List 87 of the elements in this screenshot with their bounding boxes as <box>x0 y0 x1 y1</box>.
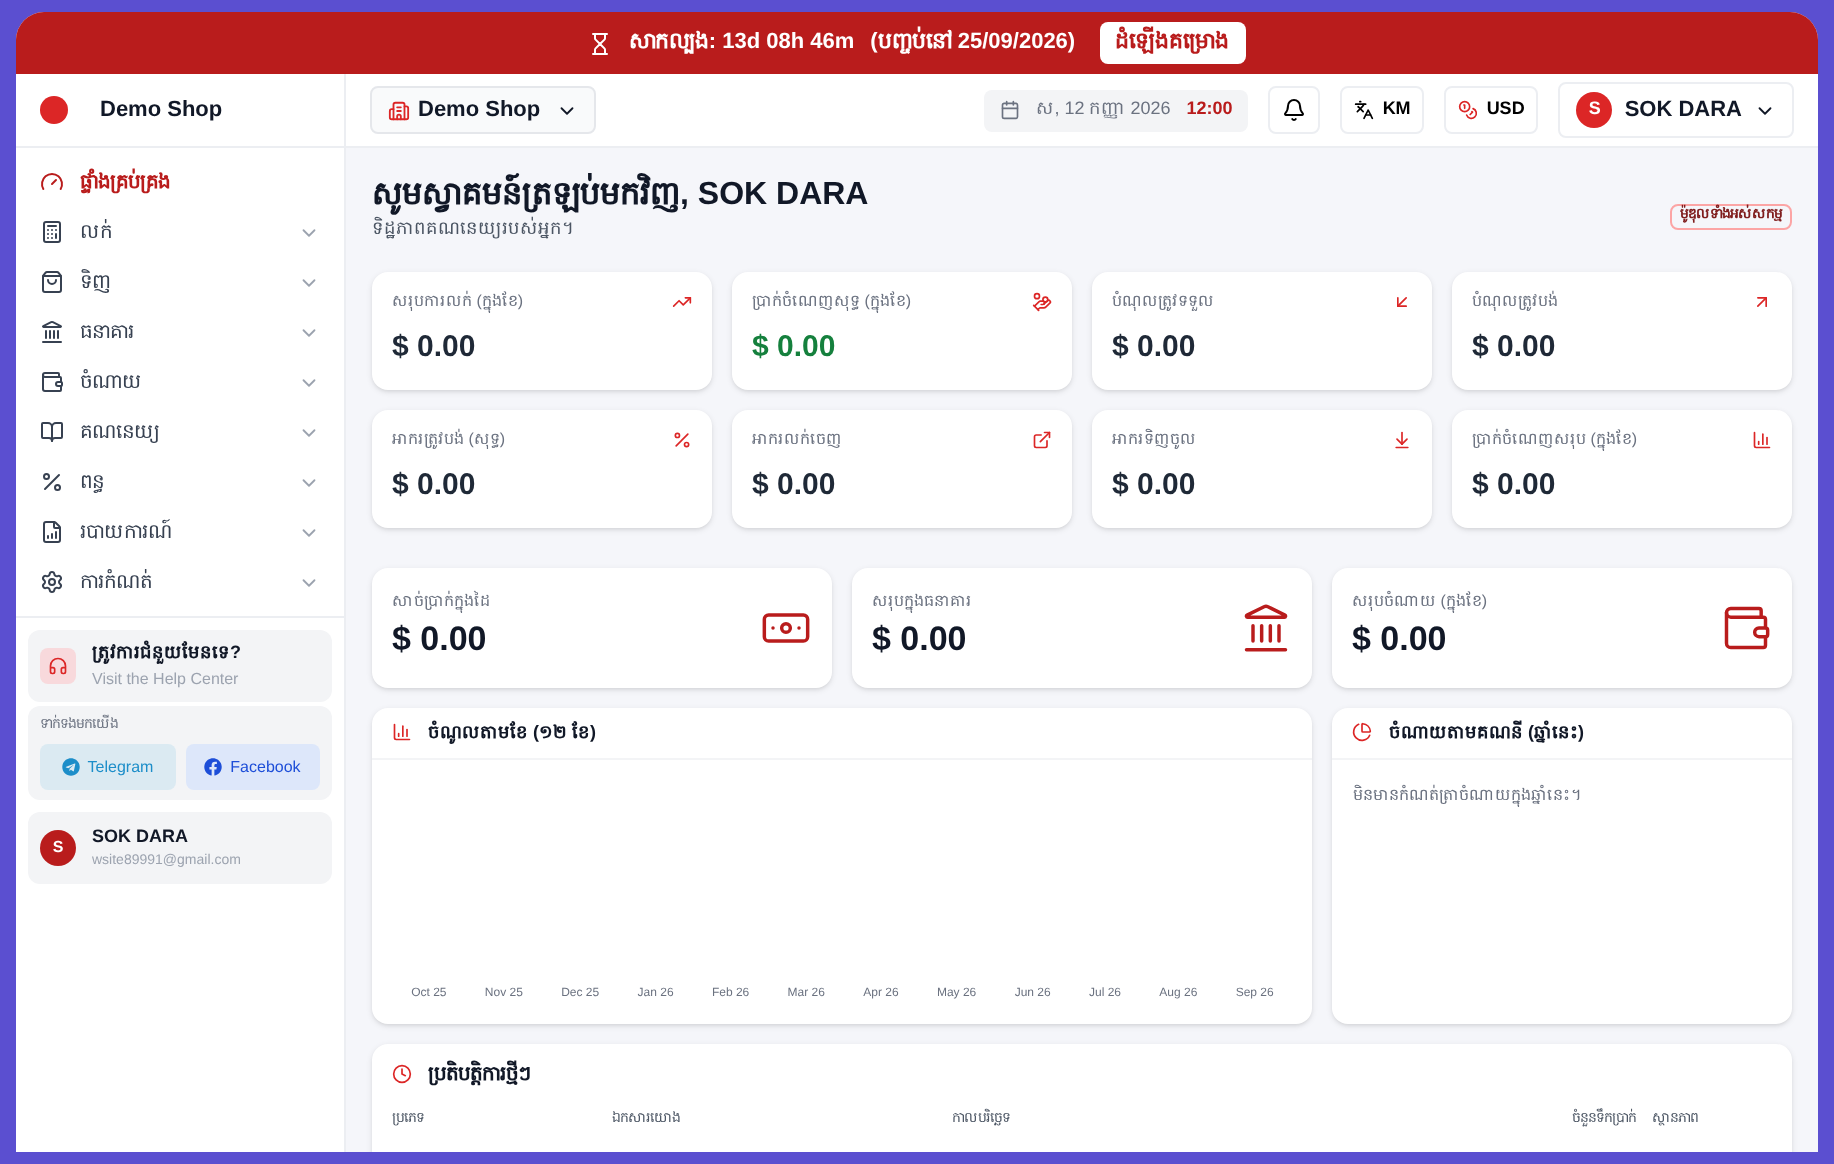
register-icon <box>40 220 64 244</box>
clock-icon <box>392 1064 412 1084</box>
sidebar-item[interactable]: ធនាគារ <box>36 310 324 354</box>
trend-up-icon <box>672 291 692 311</box>
bag-icon <box>40 270 64 294</box>
help-card[interactable]: ត្រូវការជំនួយមែនទេ? Visit the Help Center <box>28 630 332 701</box>
gauge-icon <box>40 170 64 194</box>
sidebar-item[interactable]: របាយការណ៍ <box>36 510 324 554</box>
stat-value: $ 0.00 <box>1112 328 1198 368</box>
stat-label: អាករទិញចូល <box>1112 427 1196 451</box>
hourglass-icon <box>588 31 613 55</box>
pie-chart-icon <box>1352 722 1373 743</box>
bank-icon <box>1240 601 1292 653</box>
brand-name: Demo Shop <box>100 95 223 126</box>
building-icon <box>388 99 410 121</box>
chart-title: ចំណូលតាមខែ (១២ ខែ) <box>428 719 596 746</box>
settings-icon <box>40 570 64 594</box>
stat-value: $ 0.00 <box>392 466 478 506</box>
stat-value: $ 0.00 <box>752 466 838 506</box>
balance-label: សរុបចំណាយ (ក្នុងខែ) <box>1352 589 1488 614</box>
stat-value: $ 0.00 <box>1472 328 1558 368</box>
panel-title: ចំណាយតាមគណនី (ឆ្នាំនេះ) <box>1388 719 1584 746</box>
stat-label: អាករត្រូវបង់ (សុទ្ធ) <box>392 427 506 451</box>
sidebar-item[interactable]: គណនេយ្យ <box>36 410 324 454</box>
language-button[interactable]: KM <box>1340 86 1425 134</box>
wallet-icon <box>1720 601 1772 653</box>
sidebar-item[interactable]: ចំណាយ <box>36 360 324 404</box>
section-title: ប្រតិបត្តិការថ្មីៗ <box>428 1059 532 1089</box>
headset-icon <box>40 647 76 684</box>
sidebar-item[interactable]: ការកំណត់ <box>36 560 324 604</box>
welcome-title: សូមស្វាគមន៍ត្រឡប់មកវិញ, SOK DARA <box>372 176 869 216</box>
facebook-button[interactable]: Facebook <box>185 744 320 790</box>
bar-chart-icon <box>1752 429 1772 449</box>
paper-plane-icon <box>61 758 80 776</box>
balance-value: $ 0.00 <box>872 617 969 662</box>
date-text: ស, 12 កញ្ញា 2026 <box>1036 96 1171 123</box>
trial-end-date: (បញ្ចប់នៅ 25/09/2026) <box>870 26 1076 59</box>
upgrade-button[interactable]: ដំឡើងគម្រោង <box>1099 22 1246 64</box>
user-avatar: S <box>1576 92 1613 128</box>
bar-chart-icon <box>392 722 412 743</box>
calendar-icon <box>1000 100 1021 120</box>
external-link-icon <box>1032 429 1052 449</box>
coins-hand-icon <box>1032 291 1052 311</box>
balance-label: សាច់ប្រាក់ក្នុងដៃ <box>392 589 490 614</box>
bell-icon <box>1282 98 1307 122</box>
sidebar-item[interactable]: ពន្ធ <box>36 460 324 504</box>
stat-label: ប្រាក់ចំណេញសរុប (ក្នុងខែ) <box>1472 427 1638 451</box>
sidebar-item[interactable]: ផ្ទាំងគ្រប់គ្រង <box>36 160 324 204</box>
user-menu-button[interactable]: S SOK DARA <box>1558 82 1794 138</box>
stat-value: $ 0.00 <box>392 328 478 368</box>
user-name: SOK DARA <box>1624 95 1742 126</box>
arrow-down-left-icon <box>1392 291 1412 311</box>
time-text: 12:00 <box>1186 96 1233 123</box>
wallet-icon <box>40 370 64 394</box>
balance-label: សរុបក្នុងធនាគារ <box>872 589 972 614</box>
balance-value: $ 0.00 <box>1352 617 1449 662</box>
trial-countdown: សាកល្បង: 13d 08h 46m <box>628 28 855 59</box>
logo-icon <box>40 96 68 124</box>
report-icon <box>40 520 64 544</box>
arrow-up-right-icon <box>1752 291 1772 311</box>
bank-icon <box>40 320 64 344</box>
stat-value: $ 0.00 <box>752 328 838 368</box>
shop-select[interactable]: Demo Shop <box>370 86 597 134</box>
sidebar-item[interactable]: ទិញ <box>36 260 324 304</box>
balance-value: $ 0.00 <box>392 617 489 662</box>
f-logo-icon <box>204 758 223 776</box>
stat-value: $ 0.00 <box>1472 466 1558 506</box>
stat-label: បំណុលត្រូវបង់ <box>1472 289 1558 313</box>
welcome-subtitle: ទិដ្ឋភាពគណនេយ្យរបស់អ្នក។ <box>372 216 576 243</box>
coins-icon <box>1458 100 1479 120</box>
percent-icon <box>40 470 64 494</box>
user-avatar: S <box>40 830 76 866</box>
empty-message: មិនមានកំណត់ត្រាចំណាយក្នុងឆ្នាំនេះ។ <box>1350 782 1583 808</box>
help-title: ត្រូវការជំនួយមែនទេ? <box>92 640 241 667</box>
stat-label: សរុបការលក់ (ក្នុងខែ) <box>392 289 524 313</box>
download-icon <box>1392 429 1412 449</box>
notification-button[interactable] <box>1268 86 1321 134</box>
percent-icon <box>672 429 692 449</box>
stat-label: បំណុលត្រូវទទួល <box>1112 289 1214 313</box>
book-icon <box>40 420 64 444</box>
currency-button[interactable]: USD <box>1444 86 1539 134</box>
stat-value: $ 0.00 <box>1112 466 1198 506</box>
translate-icon <box>1354 100 1375 120</box>
stat-label: អាករលក់ចេញ <box>752 427 842 451</box>
sidebar-item[interactable]: លក់ <box>36 210 324 254</box>
user-name: SOK DARA <box>92 824 191 850</box>
stat-label: ប្រាក់ចំណេញសុទ្ធ (ក្នុងខែ) <box>752 289 912 313</box>
